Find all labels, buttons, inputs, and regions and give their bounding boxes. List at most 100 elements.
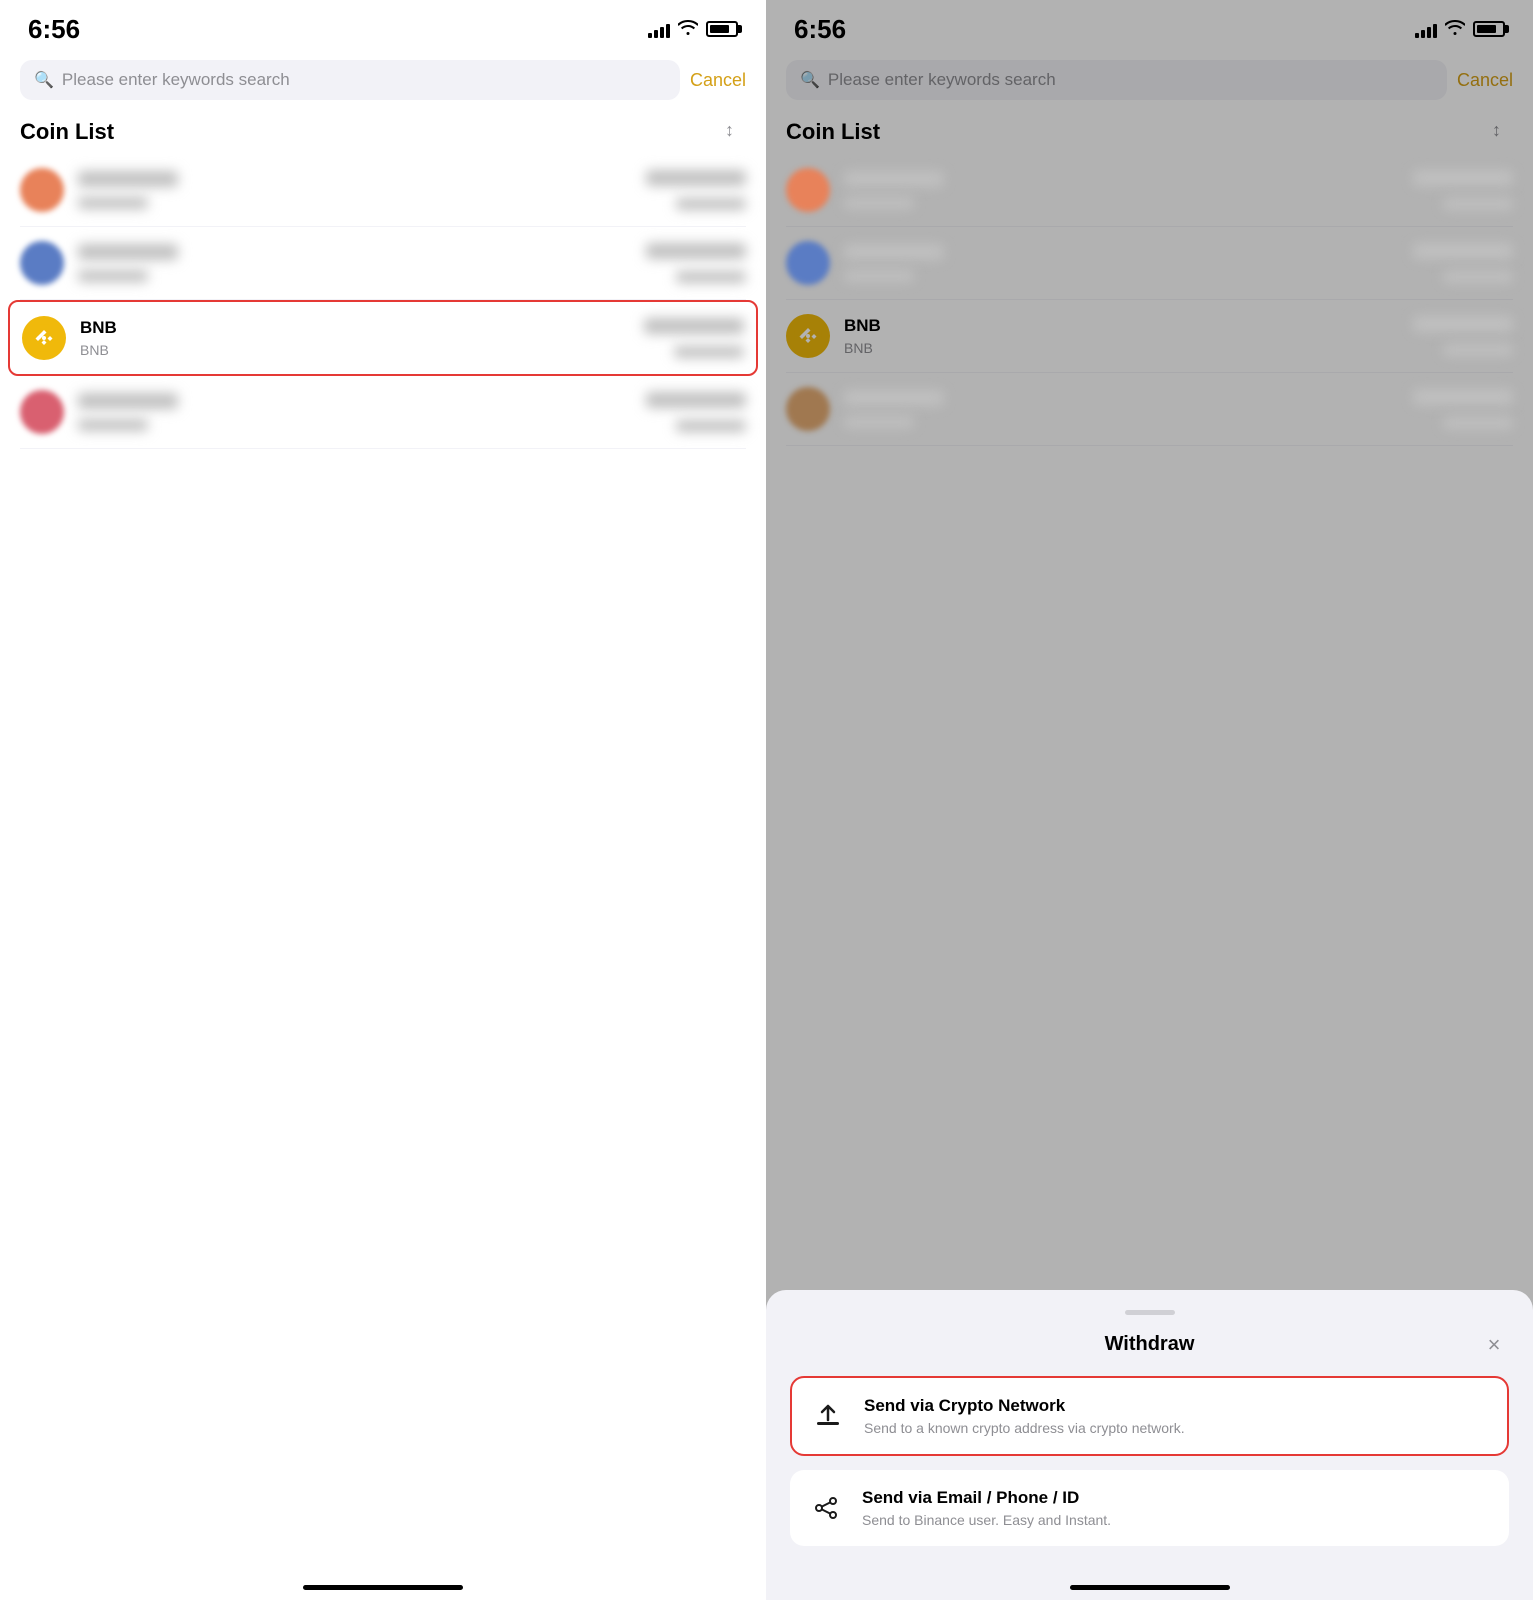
coin-symbol-blur bbox=[78, 197, 148, 209]
coin-info bbox=[78, 393, 632, 431]
right-cancel-button[interactable]: Cancel bbox=[1457, 70, 1513, 91]
crypto-network-info: Send via Crypto Network Send to a known … bbox=[864, 1396, 1491, 1436]
email-phone-title: Send via Email / Phone / ID bbox=[862, 1488, 1493, 1508]
right-phone-panel: 6:56 🔍 Please enter keyw bbox=[766, 0, 1533, 1600]
right-search-placeholder: Please enter keywords search bbox=[828, 70, 1056, 90]
coin-symbol-blur bbox=[844, 270, 914, 282]
withdraw-bottom-sheet: Withdraw × Send via Crypto Network Send … bbox=[766, 1290, 1533, 1600]
bnb-price-blur bbox=[1413, 316, 1513, 332]
coin-price-blur bbox=[646, 170, 746, 186]
coin-price-blur bbox=[646, 392, 746, 408]
coin-name-blur bbox=[844, 171, 944, 187]
coin-price-blur bbox=[646, 243, 746, 259]
coin-price-blur bbox=[1413, 389, 1513, 405]
coin-icon bbox=[20, 241, 64, 285]
coin-change-blur bbox=[676, 198, 746, 210]
share-icon bbox=[806, 1488, 846, 1528]
bnb-icon bbox=[22, 316, 66, 360]
coin-change-blur bbox=[676, 420, 746, 432]
right-status-bar: 6:56 bbox=[766, 0, 1533, 52]
coin-symbol-blur bbox=[78, 270, 148, 282]
right-search-bar: 🔍 Please enter keywords search Cancel bbox=[766, 52, 1533, 108]
list-item[interactable] bbox=[20, 227, 746, 300]
bnb-coin-row[interactable]: BNB BNB bbox=[8, 300, 758, 376]
coin-change-blur bbox=[1443, 271, 1513, 283]
left-status-time: 6:56 bbox=[28, 14, 80, 45]
coin-icon bbox=[20, 390, 64, 434]
coin-info bbox=[78, 171, 632, 209]
sheet-title: Withdraw bbox=[1105, 1333, 1195, 1356]
sort-icon[interactable]: ↕ bbox=[1491, 118, 1513, 146]
bnb-name: BNB bbox=[844, 316, 1399, 336]
coin-info bbox=[844, 244, 1399, 282]
email-phone-info: Send via Email / Phone / ID Send to Bina… bbox=[862, 1488, 1493, 1528]
bnb-icon bbox=[786, 314, 830, 358]
home-bar bbox=[303, 1585, 463, 1590]
list-item[interactable] bbox=[20, 154, 746, 227]
bnb-coin-row-right: BNB BNB bbox=[786, 300, 1513, 373]
coin-value-wrap bbox=[646, 392, 746, 432]
battery-icon bbox=[706, 21, 738, 37]
home-bar bbox=[1070, 1585, 1230, 1590]
coin-value-wrap bbox=[646, 170, 746, 210]
bnb-change-blur bbox=[674, 346, 744, 358]
bnb-coin-info: BNB BNB bbox=[80, 318, 630, 358]
sort-icon[interactable]: ↕ bbox=[724, 118, 746, 146]
upload-icon bbox=[808, 1396, 848, 1436]
coin-icon bbox=[20, 168, 64, 212]
coin-info bbox=[78, 244, 632, 282]
bnb-coin-info: BNB BNB bbox=[844, 316, 1399, 356]
right-status-icons bbox=[1415, 19, 1505, 40]
coin-value-wrap bbox=[1413, 389, 1513, 429]
left-home-indicator bbox=[0, 1560, 766, 1600]
list-item[interactable] bbox=[20, 376, 746, 449]
coin-price-blur bbox=[1413, 170, 1513, 186]
coin-symbol-blur bbox=[844, 197, 914, 209]
right-coin-list: BNB BNB bbox=[766, 154, 1533, 877]
coin-name-blur bbox=[844, 390, 944, 406]
left-search-placeholder: Please enter keywords search bbox=[62, 70, 290, 90]
bnb-change-blur bbox=[1443, 344, 1513, 356]
svg-text:↕: ↕ bbox=[1492, 120, 1501, 140]
left-section-header: Coin List ↕ bbox=[0, 108, 766, 154]
right-section-header: Coin List ↕ bbox=[766, 108, 1533, 154]
email-phone-desc: Send to Binance user. Easy and Instant. bbox=[862, 1512, 1493, 1528]
coin-symbol-blur bbox=[844, 416, 914, 428]
coin-info bbox=[844, 171, 1399, 209]
coin-icon bbox=[786, 387, 830, 431]
search-icon: 🔍 bbox=[800, 70, 820, 90]
email-phone-option[interactable]: Send via Email / Phone / ID Send to Bina… bbox=[790, 1470, 1509, 1546]
coin-icon bbox=[786, 241, 830, 285]
coin-icon bbox=[786, 168, 830, 212]
coin-value-wrap bbox=[1413, 170, 1513, 210]
signal-icon bbox=[648, 20, 670, 38]
crypto-network-option[interactable]: Send via Crypto Network Send to a known … bbox=[790, 1376, 1509, 1456]
left-search-bar: 🔍 Please enter keywords search Cancel bbox=[0, 52, 766, 108]
battery-icon bbox=[1473, 21, 1505, 37]
coin-value-wrap bbox=[646, 243, 746, 283]
coin-price-blur bbox=[1413, 243, 1513, 259]
sheet-handle bbox=[1125, 1310, 1175, 1315]
left-coin-list-title: Coin List bbox=[20, 119, 114, 145]
coin-name-blur bbox=[78, 171, 178, 187]
bnb-symbol: BNB bbox=[844, 340, 1399, 356]
sheet-header: Withdraw × bbox=[790, 1333, 1509, 1356]
left-status-bar: 6:56 bbox=[0, 0, 766, 52]
right-search-input-wrap[interactable]: 🔍 Please enter keywords search bbox=[786, 60, 1447, 100]
bnb-value-wrap bbox=[644, 318, 744, 358]
list-item bbox=[786, 154, 1513, 227]
close-button[interactable]: × bbox=[1479, 1330, 1509, 1360]
bnb-price-blur bbox=[644, 318, 744, 334]
signal-icon bbox=[1415, 20, 1437, 38]
bnb-value-wrap bbox=[1413, 316, 1513, 356]
crypto-network-desc: Send to a known crypto address via crypt… bbox=[864, 1420, 1491, 1436]
left-status-icons bbox=[648, 19, 738, 40]
coin-change-blur bbox=[1443, 417, 1513, 429]
coin-info bbox=[844, 390, 1399, 428]
left-search-input-wrap[interactable]: 🔍 Please enter keywords search bbox=[20, 60, 680, 100]
right-coin-list-title: Coin List bbox=[786, 119, 880, 145]
list-item bbox=[786, 373, 1513, 446]
left-cancel-button[interactable]: Cancel bbox=[690, 70, 746, 91]
right-status-time: 6:56 bbox=[794, 14, 846, 45]
svg-text:↕: ↕ bbox=[725, 120, 734, 140]
